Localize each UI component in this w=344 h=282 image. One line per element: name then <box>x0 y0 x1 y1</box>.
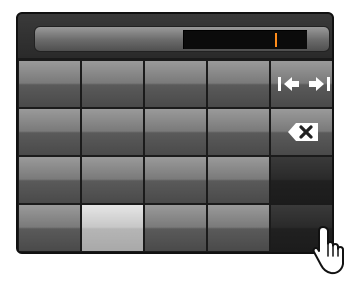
key-delete[interactable] <box>270 108 332 156</box>
key-r2c4[interactable] <box>207 108 270 156</box>
key-r3c3[interactable] <box>144 156 207 204</box>
cursor-right-icon[interactable] <box>305 71 333 97</box>
delete-icon[interactable] <box>286 121 320 143</box>
key-grid <box>18 60 333 252</box>
text-entry[interactable] <box>34 26 330 52</box>
key-r4c3[interactable] <box>144 204 207 252</box>
key-r1c3[interactable] <box>144 60 207 108</box>
key-r3c4[interactable] <box>207 156 270 204</box>
input-bar <box>18 14 332 58</box>
key-r3c2[interactable] <box>81 156 144 204</box>
key-cursor-move[interactable] <box>270 60 333 108</box>
key-r1c2[interactable] <box>81 60 144 108</box>
cursor-left-icon[interactable] <box>275 71 303 97</box>
key-r2c2[interactable] <box>81 108 144 156</box>
key-r1c1[interactable] <box>18 60 81 108</box>
key-r2c1[interactable] <box>18 108 81 156</box>
key-r3c5[interactable] <box>270 156 332 204</box>
key-r2c3[interactable] <box>144 108 207 156</box>
key-r4c2-pressed[interactable] <box>81 204 144 252</box>
text-entry-field[interactable] <box>183 30 307 49</box>
text-cursor <box>275 33 277 47</box>
key-r4c4[interactable] <box>207 204 270 252</box>
hand-pointer-icon <box>312 226 344 275</box>
key-r4c1[interactable] <box>18 204 81 252</box>
keyboard-panel <box>16 12 334 254</box>
key-r1c4[interactable] <box>207 60 270 108</box>
key-r3c1[interactable] <box>18 156 81 204</box>
